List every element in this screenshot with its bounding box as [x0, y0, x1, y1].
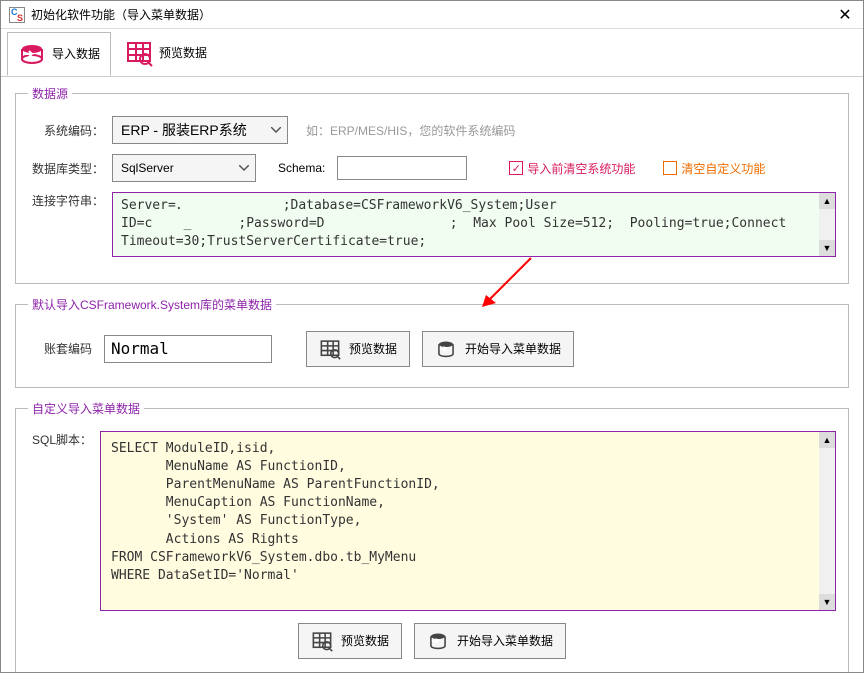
window: 初始化软件功能（导入菜单数据） ✕ 导入数据 预览数据 数据源 系统编码： ER… — [0, 0, 864, 673]
default-import-group: 默认导入CSFramework.System库的菜单数据 账套编码 预览数据 开… — [15, 296, 849, 388]
datasource-legend: 数据源 — [28, 85, 72, 102]
connstr-label: 连接字符串： — [28, 192, 104, 209]
scrollbar[interactable]: ▲ ▼ — [819, 193, 835, 256]
scrollbar[interactable]: ▲ ▼ — [819, 432, 835, 610]
datasource-group: 数据源 系统编码： ERP - 服装ERP系统 如：ERP/MES/HIS，您的… — [15, 85, 849, 284]
default-start-label: 开始导入菜单数据 — [465, 340, 561, 357]
tab-preview-label: 预览数据 — [159, 44, 207, 61]
clear-custom-checkbox[interactable]: 清空自定义功能 — [663, 160, 765, 177]
syscode-value: ERP - 服装ERP系统 — [121, 120, 247, 140]
scroll-up-icon[interactable]: ▲ — [819, 193, 835, 209]
default-import-legend: 默认导入CSFramework.System库的菜单数据 — [28, 296, 276, 313]
clear-custom-label: 清空自定义功能 — [681, 160, 765, 177]
titlebar: 初始化软件功能（导入菜单数据） ✕ — [1, 1, 863, 29]
import-icon — [18, 40, 46, 68]
schema-label: Schema: — [278, 161, 325, 175]
scroll-down-icon[interactable]: ▼ — [819, 594, 835, 610]
account-code-input[interactable] — [104, 335, 272, 363]
syscode-hint: 如：ERP/MES/HIS，您的软件系统编码 — [306, 122, 515, 139]
syscode-label: 系统编码： — [28, 122, 104, 139]
custom-import-legend: 自定义导入菜单数据 — [28, 400, 144, 417]
import-db-icon — [427, 630, 449, 652]
preview-grid-icon — [125, 39, 153, 67]
clear-sysfunc-label: 导入前清空系统功能 — [527, 160, 635, 177]
default-start-import-button[interactable]: 开始导入菜单数据 — [422, 331, 574, 367]
sql-label: SQL脚本： — [28, 431, 92, 448]
app-logo-icon — [9, 7, 25, 23]
import-db-icon — [435, 338, 457, 360]
checkbox-icon — [663, 161, 677, 175]
checkbox-icon: ✓ — [509, 161, 523, 175]
syscode-combo[interactable]: ERP - 服装ERP系统 — [112, 116, 288, 144]
connection-string-textarea[interactable]: Server=． ;Database=CSFrameworkV6_System;… — [112, 192, 836, 257]
sql-script-textarea[interactable]: SELECT ModuleID,isid, MenuName AS Functi… — [100, 431, 836, 611]
tab-import-data[interactable]: 导入数据 — [7, 32, 111, 76]
preview-grid-icon — [319, 338, 341, 360]
dbtype-label: 数据库类型： — [28, 160, 104, 177]
custom-preview-button[interactable]: 预览数据 — [298, 623, 402, 659]
tab-preview-data[interactable]: 预览数据 — [115, 31, 217, 75]
scroll-up-icon[interactable]: ▲ — [819, 432, 835, 448]
content-area: 数据源 系统编码： ERP - 服装ERP系统 如：ERP/MES/HIS，您的… — [1, 77, 863, 672]
custom-start-label: 开始导入菜单数据 — [457, 632, 553, 649]
clear-sysfunc-checkbox[interactable]: ✓ 导入前清空系统功能 — [509, 160, 635, 177]
chevron-down-icon — [239, 165, 249, 171]
preview-grid-icon — [311, 630, 333, 652]
default-preview-button[interactable]: 预览数据 — [306, 331, 410, 367]
tab-bar: 导入数据 预览数据 — [1, 29, 863, 77]
tab-import-label: 导入数据 — [52, 45, 100, 62]
scroll-down-icon[interactable]: ▼ — [819, 240, 835, 256]
custom-start-import-button[interactable]: 开始导入菜单数据 — [414, 623, 566, 659]
schema-input[interactable] — [337, 156, 467, 180]
custom-import-group: 自定义导入菜单数据 SQL脚本： SELECT ModuleID,isid, M… — [15, 400, 849, 672]
dbtype-value: SqlServer — [121, 161, 174, 175]
window-title: 初始化软件功能（导入菜单数据） — [31, 6, 835, 23]
account-label: 账套编码 — [28, 340, 92, 357]
custom-preview-label: 预览数据 — [341, 632, 389, 649]
chevron-down-icon — [271, 127, 281, 133]
close-button[interactable]: ✕ — [835, 5, 855, 25]
dbtype-combo[interactable]: SqlServer — [112, 154, 256, 182]
default-preview-label: 预览数据 — [349, 340, 397, 357]
